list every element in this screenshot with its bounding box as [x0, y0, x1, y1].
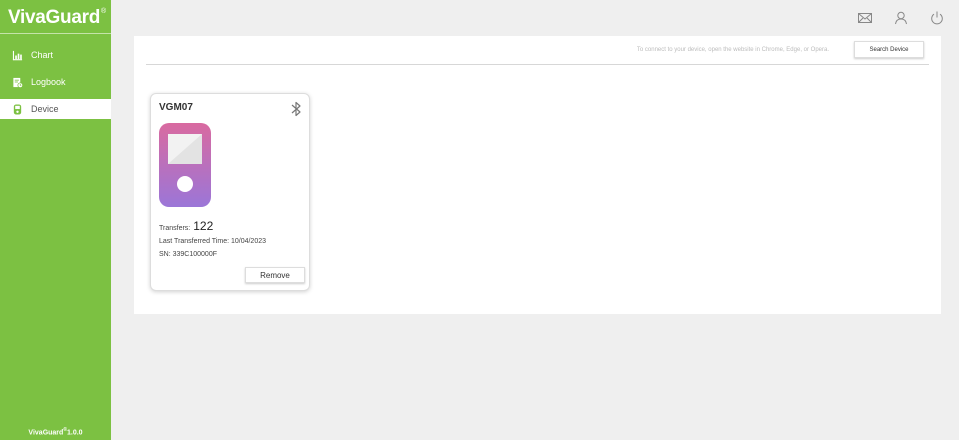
last-transferred-time: Last Transferred Time: 10/04/2023 — [159, 238, 267, 245]
mail-icon[interactable] — [857, 10, 873, 26]
logo-registered-mark: ® — [101, 8, 106, 15]
search-device-button[interactable]: Search Device — [854, 41, 924, 58]
sidebar-item-logbook[interactable]: Logbook — [0, 72, 111, 92]
transfers-count: 122 — [193, 219, 214, 233]
serial-number: SN: 339C100000F — [159, 251, 217, 258]
vivaguard-logo: VivaGuard® — [8, 7, 106, 33]
logbook-icon — [13, 77, 23, 88]
user-icon[interactable] — [893, 10, 909, 26]
header-icons — [857, 10, 945, 26]
panel-divider — [146, 64, 929, 65]
device-card[interactable]: VGM07 Transfers: 122 Last Transferred Ti… — [150, 93, 310, 291]
glucose-meter-image — [159, 123, 211, 207]
device-name: VGM07 — [159, 102, 193, 113]
remove-device-button[interactable]: Remove — [245, 267, 305, 283]
sidebar-item-label: Chart — [31, 50, 54, 60]
transfers-info: Transfers: 122 — [159, 219, 213, 233]
sidebar-item-device[interactable]: Device — [0, 99, 111, 119]
logo-text: VivaGuard — [8, 7, 100, 28]
sidebar-item-chart[interactable]: Chart — [0, 45, 111, 65]
device-icon — [13, 103, 22, 115]
sidebar-item-label: Logbook — [31, 77, 66, 87]
bluetooth-icon — [291, 101, 301, 117]
sidebar: VivaGuard® Chart Logbook Device VivaGuar… — [0, 0, 111, 440]
sidebar-item-label: Device — [31, 104, 59, 114]
app-version: VivaGuard®1.0.0 — [0, 427, 111, 436]
transfers-label: Transfers: — [159, 225, 191, 232]
logo-divider — [0, 33, 111, 34]
power-icon[interactable] — [929, 10, 945, 26]
device-panel: To connect to your device, open the webs… — [134, 36, 941, 314]
version-name: VivaGuard — [28, 429, 64, 436]
chart-icon — [12, 50, 23, 60]
version-number: 1.0.0 — [67, 429, 83, 436]
connect-hint: To connect to your device, open the webs… — [636, 47, 829, 53]
sidebar-nav: Chart Logbook Device — [0, 45, 111, 126]
